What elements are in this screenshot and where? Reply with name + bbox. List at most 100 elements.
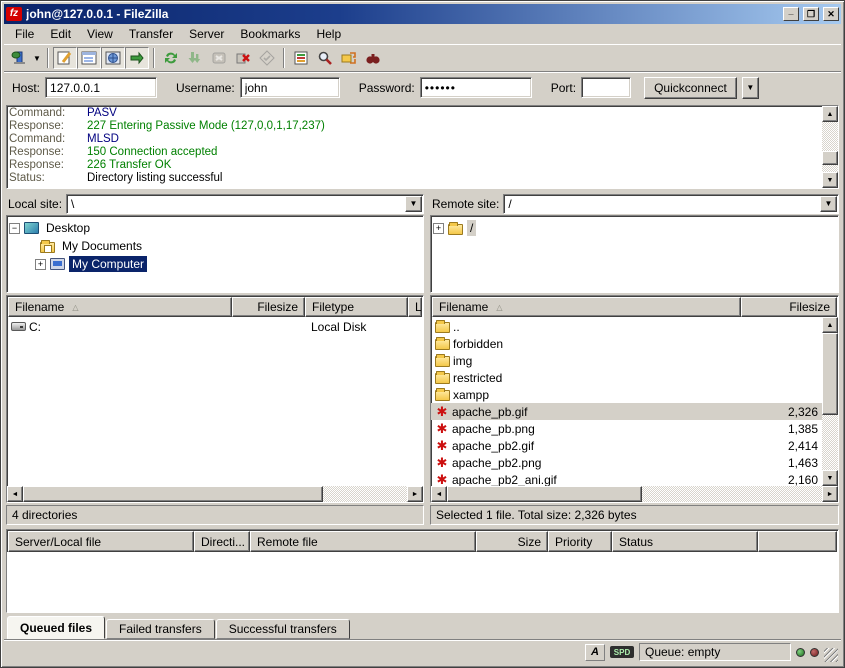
queue-column-server-local-file[interactable]: Server/Local file — [8, 531, 194, 552]
local-column-last-modified[interactable]: L — [408, 297, 422, 317]
remote-file-row[interactable]: apache_pb2.png 1,463 — [431, 454, 822, 471]
scroll-down-icon[interactable] — [822, 470, 838, 486]
remote-horizontal-scrollbar[interactable] — [431, 486, 838, 502]
resize-grip[interactable] — [824, 648, 838, 662]
menu-server[interactable]: Server — [181, 25, 232, 43]
menu-bookmarks[interactable]: Bookmarks — [232, 25, 308, 43]
menu-edit[interactable]: Edit — [42, 25, 79, 43]
quickconnect-dropdown-icon[interactable] — [742, 77, 759, 99]
title-bar[interactable]: john@127.0.0.1 - FileZilla — [4, 4, 841, 24]
transfer-queue: Server/Local file Directi... Remote file… — [6, 529, 839, 613]
scroll-up-icon[interactable] — [822, 317, 838, 333]
file-search-icon[interactable] — [313, 47, 337, 69]
quickconnect-button[interactable]: Quickconnect — [644, 77, 737, 99]
tree-item-root[interactable]: / — [433, 219, 836, 237]
disconnect-icon[interactable] — [231, 47, 255, 69]
scrollbar-thumb[interactable] — [447, 486, 642, 502]
queue-body[interactable] — [7, 552, 838, 612]
scroll-left-icon[interactable] — [431, 486, 447, 502]
local-file-row[interactable]: C: Local Disk — [7, 318, 423, 335]
site-manager-dropdown-icon[interactable] — [31, 47, 43, 69]
scrollbar-thumb[interactable] — [23, 486, 323, 502]
minimize-icon[interactable] — [783, 7, 799, 21]
queue-column-status[interactable]: Status — [612, 531, 758, 552]
username-input[interactable] — [240, 77, 340, 98]
queue-column-priority[interactable]: Priority — [548, 531, 612, 552]
scrollbar-thumb[interactable] — [822, 151, 838, 165]
collapse-icon[interactable] — [9, 223, 20, 234]
menu-view[interactable]: View — [79, 25, 121, 43]
port-input[interactable] — [581, 77, 631, 98]
remote-site-combo[interactable]: / — [503, 194, 839, 214]
message-log: Command:PASV Response:227 Entering Passi… — [6, 105, 839, 189]
abort-icon[interactable] — [255, 47, 279, 69]
scroll-right-icon[interactable] — [822, 486, 838, 502]
site-manager-icon[interactable] — [7, 47, 31, 69]
remote-file-row[interactable]: restricted — [431, 369, 822, 386]
main-panes: Local site: \ Desktop My Documents — [6, 193, 839, 525]
chevron-down-icon[interactable] — [405, 196, 422, 212]
speed-limit-icon[interactable]: SPD — [610, 646, 634, 658]
expand-icon[interactable] — [35, 259, 46, 270]
chevron-down-icon[interactable] — [820, 196, 837, 212]
menu-help[interactable]: Help — [308, 25, 349, 43]
menu-file[interactable]: File — [7, 25, 42, 43]
refresh-icon[interactable] — [159, 47, 183, 69]
tab-queued-files[interactable]: Queued files — [7, 616, 105, 639]
log-vertical-scrollbar[interactable] — [822, 106, 838, 188]
menu-transfer[interactable]: Transfer — [121, 25, 181, 43]
tab-successful-transfers[interactable]: Successful transfers — [216, 619, 350, 639]
queue-column-remote-file[interactable]: Remote file — [250, 531, 476, 552]
image-file-icon — [435, 422, 449, 435]
toolbar-separator — [47, 48, 49, 68]
remote-file-row[interactable]: img — [431, 352, 822, 369]
remote-file-row-selected[interactable]: apache_pb.gif 2,326 — [431, 403, 822, 420]
folder-icon — [435, 322, 450, 333]
queue-column-direction[interactable]: Directi... — [194, 531, 250, 552]
remote-vertical-scrollbar[interactable] — [822, 317, 838, 486]
toggle-message-log-icon[interactable] — [53, 47, 77, 69]
remote-file-row[interactable]: apache_pb.png 1,385 — [431, 420, 822, 437]
transfer-type-icon[interactable]: A — [585, 644, 605, 661]
scrollbar-thumb[interactable] — [822, 333, 838, 415]
password-input[interactable] — [420, 77, 532, 98]
directory-comparison-icon[interactable] — [337, 47, 361, 69]
toggle-transfer-queue-icon[interactable] — [125, 47, 149, 69]
scroll-right-icon[interactable] — [407, 486, 423, 502]
tab-failed-transfers[interactable]: Failed transfers — [106, 619, 215, 639]
local-site-combo[interactable]: \ — [66, 194, 424, 214]
host-input[interactable] — [45, 77, 157, 98]
remote-file-row[interactable]: .. — [431, 318, 822, 335]
remote-column-filename[interactable]: Filename — [432, 297, 741, 317]
synchronized-browsing-icon[interactable] — [361, 47, 385, 69]
process-queue-icon[interactable] — [183, 47, 207, 69]
local-column-filename[interactable]: Filename — [8, 297, 232, 317]
close-icon[interactable] — [823, 7, 839, 21]
maximize-icon[interactable] — [803, 7, 819, 21]
host-label: Host: — [12, 81, 40, 95]
scroll-left-icon[interactable] — [7, 486, 23, 502]
tree-item-my-documents[interactable]: My Documents — [9, 237, 421, 255]
scroll-down-icon[interactable] — [822, 172, 838, 188]
queue-column-size[interactable]: Size — [476, 531, 548, 552]
remote-file-row[interactable]: apache_pb2.gif 2,414 — [431, 437, 822, 454]
remote-file-row[interactable]: apache_pb2_ani.gif 2,160 — [431, 471, 822, 486]
toolbar-separator — [153, 48, 155, 68]
expand-icon[interactable] — [433, 223, 444, 234]
log-line: Response:227 Entering Passive Mode (127,… — [9, 120, 822, 133]
local-column-filesize[interactable]: Filesize — [232, 297, 305, 317]
folder-icon — [435, 339, 450, 350]
cancel-operation-icon[interactable] — [207, 47, 231, 69]
local-horizontal-scrollbar[interactable] — [7, 486, 423, 502]
local-column-filetype[interactable]: Filetype — [305, 297, 408, 317]
scroll-up-icon[interactable] — [822, 106, 838, 122]
tree-item-desktop[interactable]: Desktop — [9, 219, 421, 237]
toggle-local-tree-icon[interactable] — [77, 47, 101, 69]
sort-ascending-icon — [496, 303, 502, 312]
toggle-remote-tree-icon[interactable] — [101, 47, 125, 69]
remote-file-row[interactable]: xampp — [431, 386, 822, 403]
tree-item-my-computer[interactable]: My Computer — [9, 255, 421, 273]
filter-icon[interactable] — [289, 47, 313, 69]
remote-column-filesize[interactable]: Filesize — [741, 297, 837, 317]
remote-file-row[interactable]: forbidden — [431, 335, 822, 352]
